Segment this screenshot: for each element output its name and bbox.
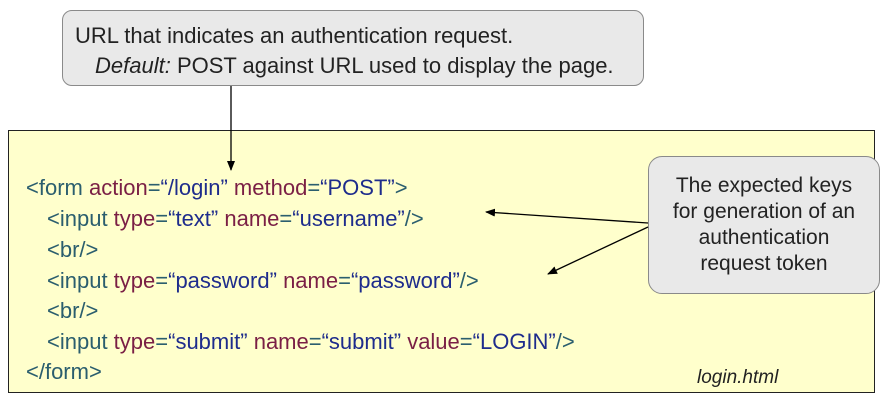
password-pointer-arrow [547,226,649,275]
username-pointer-arrow [485,208,649,224]
connector-arrows [227,86,649,275]
